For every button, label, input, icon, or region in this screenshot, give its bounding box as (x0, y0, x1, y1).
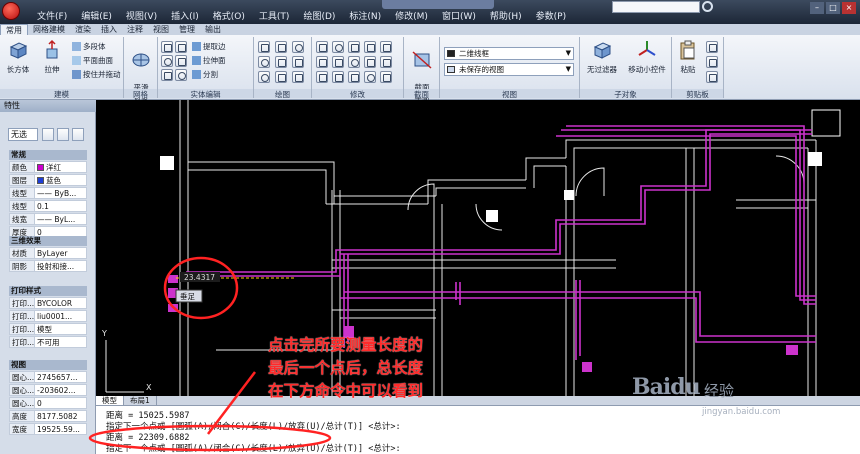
watermark-logo: Baidu (632, 374, 701, 400)
annotation-text: 点击完所要测量长度的 最后一个点后，总长度 在下方命令中可以看到 (268, 334, 518, 403)
watermark-sub: 经验 (704, 382, 735, 400)
annotation-line: 在下方命令中可以看到 (268, 382, 424, 400)
watermark-url: jingyan.baidu.com (702, 407, 781, 417)
annotation-pointer-line (207, 371, 256, 435)
annotation-line: 最后一个点后，总长度 (268, 359, 424, 377)
annotation-line: 点击完所要测量长度的 (268, 336, 424, 354)
